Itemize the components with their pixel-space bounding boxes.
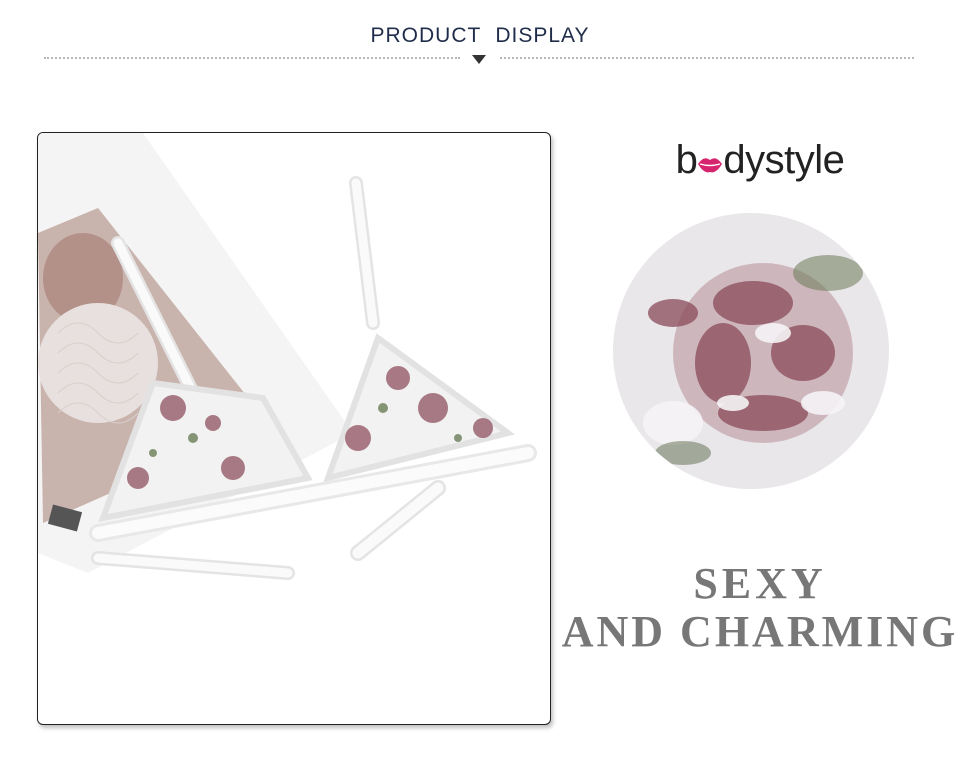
tagline-line2: AND CHARMING <box>561 607 959 656</box>
fabric-detail-image <box>613 213 889 489</box>
section-title: PRODUCT DISPLAY <box>0 24 960 48</box>
header-divider-right <box>500 57 914 59</box>
tagline-line1: SEXY <box>693 559 827 608</box>
header-divider-left <box>44 57 460 59</box>
product-photo <box>37 132 551 725</box>
brand-suffix: dystyle <box>723 138 845 182</box>
section-title-word1: PRODUCT <box>370 24 482 47</box>
caret-down-icon <box>472 55 486 64</box>
section-title-word2: DISPLAY <box>495 24 590 47</box>
brand-prefix: b <box>675 138 698 182</box>
brand-logo: b dystyle <box>560 138 960 185</box>
lips-icon <box>697 140 723 185</box>
